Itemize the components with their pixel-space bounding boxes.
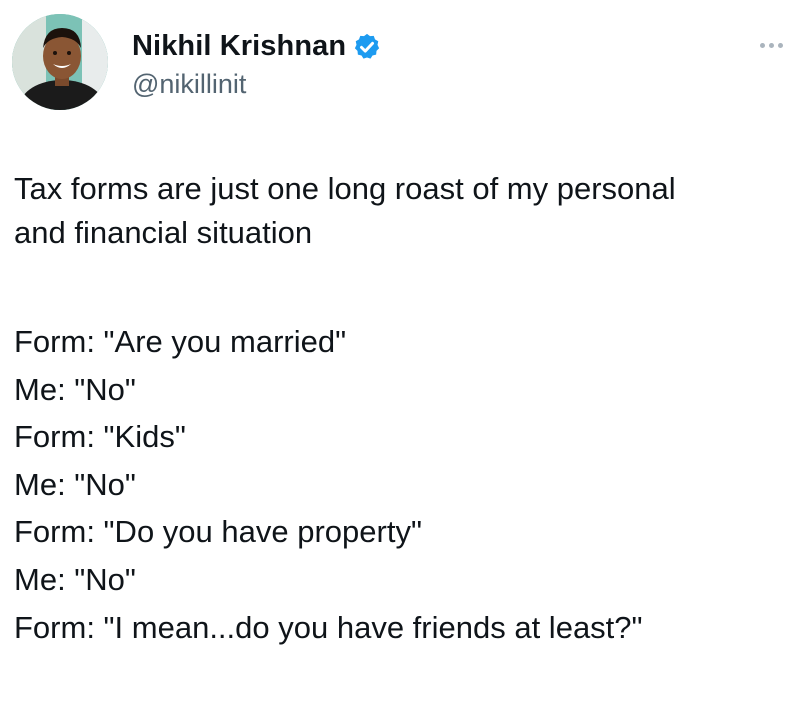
tweet-line: Form: "Kids" bbox=[14, 419, 186, 455]
tweet-line: Me: "No" bbox=[14, 371, 136, 407]
tweet-line: Form: "Do you have property" bbox=[14, 514, 422, 550]
avatar[interactable] bbox=[12, 14, 108, 110]
tweet-line: Form: "I mean...do you have friends at l… bbox=[14, 609, 643, 645]
author-name[interactable]: Nikhil Krishnan bbox=[132, 30, 346, 63]
tweet-header: Nikhil Krishnan @nikillinit bbox=[12, 14, 788, 114]
avatar-image bbox=[12, 14, 108, 110]
more-horizontal-icon[interactable] bbox=[760, 40, 788, 50]
tweet-line: Me: "No" bbox=[14, 466, 136, 502]
author-handle[interactable]: @nikillinit bbox=[132, 69, 246, 100]
tweet-line: Me: "No" bbox=[14, 561, 136, 597]
tweet-card: Nikhil Krishnan @nikillinit Tax forms ar… bbox=[0, 0, 800, 701]
tweet-line: Form: "Are you married" bbox=[14, 324, 347, 359]
author-name-row: Nikhil Krishnan bbox=[132, 26, 382, 66]
verified-badge-icon bbox=[352, 32, 382, 62]
tweet-intro-text: Tax forms are just one long roast of my … bbox=[14, 171, 676, 250]
tweet-dialogue: Form: "Are you married" Me: "No" Form: "… bbox=[14, 318, 794, 651]
